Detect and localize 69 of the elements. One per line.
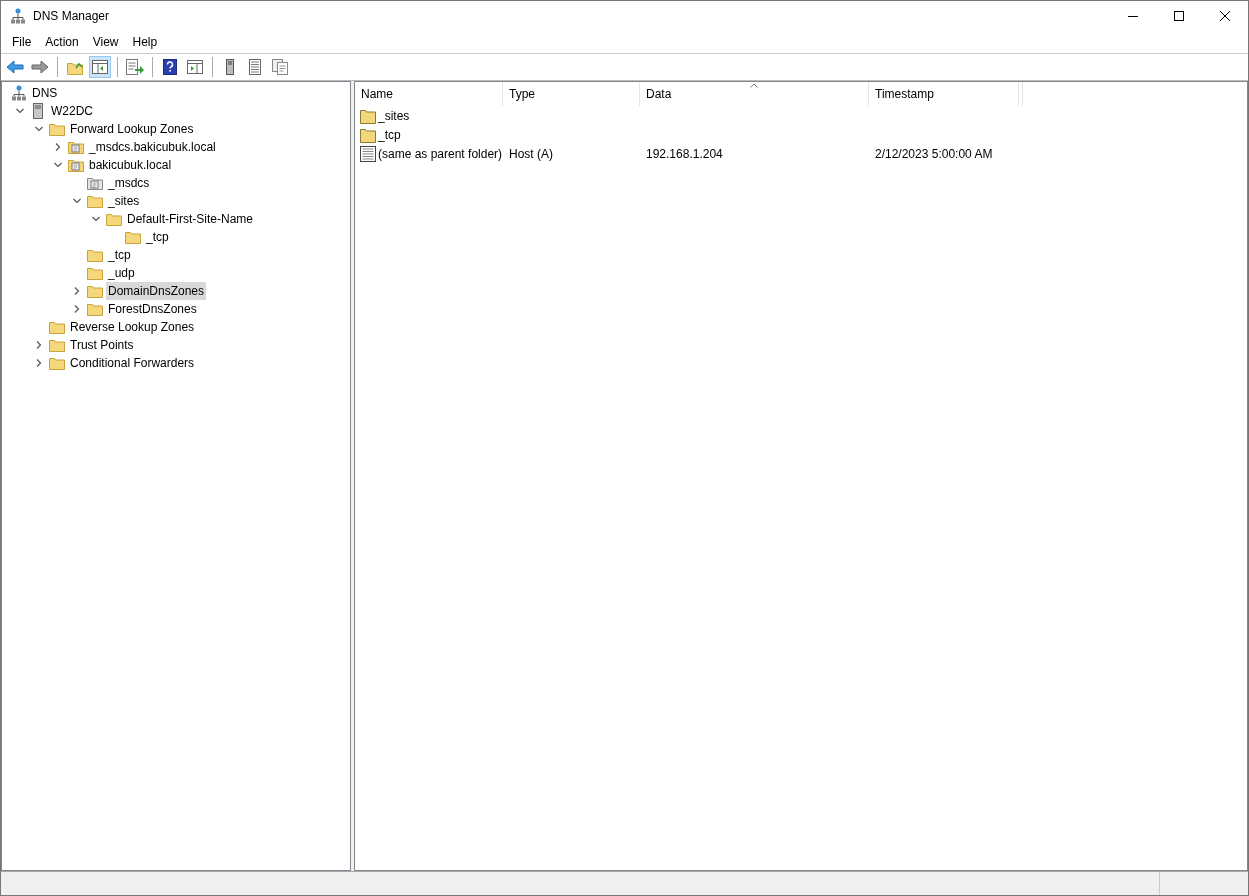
copy-pages-icon — [272, 59, 288, 75]
timestamp-cell: 2/12/2023 5:00:00 AM — [875, 146, 993, 161]
menu-item[interactable]: File — [5, 32, 39, 52]
menu-item[interactable]: View — [85, 32, 126, 52]
window-title: DNS Manager — [33, 8, 110, 25]
back-arrow-icon — [6, 60, 24, 74]
tree-item[interactable]: W22DC — [49, 102, 95, 120]
network-icon — [11, 8, 25, 24]
tree-item[interactable]: _sites — [106, 192, 142, 210]
tree-item[interactable]: _msdcs.bakicubuk.local — [87, 138, 218, 156]
column-header[interactable]: Name — [355, 82, 503, 106]
chevron-down-icon[interactable] — [14, 106, 25, 116]
forward-arrow-icon — [31, 60, 49, 74]
tree-item[interactable]: Forward Lookup Zones — [68, 120, 196, 138]
menu-item[interactable]: Action — [38, 32, 86, 52]
chevron-down-icon[interactable] — [33, 124, 44, 134]
chevron-down-icon[interactable] — [71, 196, 82, 206]
folder-icon — [360, 126, 376, 143]
folder-icon — [360, 107, 376, 124]
tree-item[interactable]: _tcp — [106, 246, 133, 264]
close-icon — [1220, 11, 1230, 21]
tree-item[interactable]: Default-First-Site-Name — [125, 210, 256, 228]
folder-icon — [87, 194, 103, 208]
record-list-icon — [249, 59, 261, 75]
data-cell: 192.168.1.204 — [646, 146, 723, 161]
zone-folder-icon — [68, 140, 84, 154]
name-cell[interactable]: _tcp — [378, 125, 401, 144]
folder-icon — [49, 122, 65, 136]
tree-item[interactable]: bakicubuk.local — [87, 156, 174, 174]
zone-folder-icon — [87, 176, 103, 190]
server-icon — [226, 59, 234, 75]
menu-item[interactable]: Help — [125, 32, 165, 52]
tree-item[interactable]: Trust Points — [68, 336, 136, 354]
help-icon — [163, 59, 177, 75]
folder-icon — [87, 266, 103, 280]
tree-item[interactable]: _msdcs — [106, 174, 152, 192]
type-cell: Host (A) — [509, 146, 553, 161]
folder-icon — [49, 338, 65, 352]
column-header[interactable]: Data — [640, 82, 869, 106]
maximize-icon — [1174, 11, 1184, 21]
column-header[interactable]: Type — [503, 82, 640, 106]
folder-icon — [87, 248, 103, 262]
toolbar-button[interactable] — [89, 56, 111, 78]
folder-icon — [49, 356, 65, 370]
tree-item[interactable]: _tcp — [144, 228, 171, 246]
export-list-icon — [126, 59, 144, 75]
zone-folder-icon — [68, 158, 84, 172]
chevron-down-icon[interactable] — [52, 160, 63, 170]
folder-icon — [87, 302, 103, 316]
name-cell[interactable]: _sites — [378, 106, 410, 125]
folder-icon — [49, 320, 65, 334]
folder-icon — [87, 284, 103, 298]
tree-item[interactable]: Reverse Lookup Zones — [68, 318, 197, 336]
network-icon — [12, 85, 26, 101]
tree-item[interactable]: Conditional Forwarders — [68, 354, 197, 372]
folder-icon — [125, 230, 141, 244]
folder-icon — [106, 212, 122, 226]
name-cell[interactable]: (same as parent folder) — [378, 144, 503, 163]
tree-item[interactable]: ForestDnsZones — [106, 300, 199, 318]
server-icon — [33, 103, 43, 119]
minimize-icon — [1128, 15, 1138, 17]
tree-item[interactable]: _udp — [106, 264, 137, 282]
tree-item[interactable]: DomainDnsZones — [106, 282, 207, 300]
chevron-down-icon[interactable] — [90, 214, 101, 224]
column-header[interactable]: Timestamp — [869, 82, 1019, 106]
console-tree-icon — [92, 60, 108, 74]
tree-item[interactable]: DNS — [30, 84, 60, 102]
record-icon — [360, 145, 376, 162]
action-pane-icon — [187, 60, 203, 74]
